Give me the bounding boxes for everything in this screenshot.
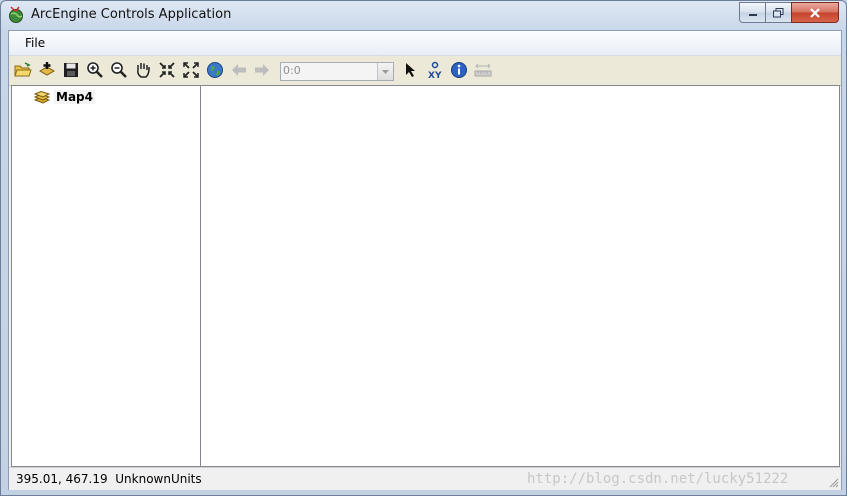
- status-coordinates: 395.01, 467.19 UnknownUnits: [16, 472, 202, 486]
- zoom-in-button[interactable]: [85, 60, 105, 80]
- fixed-zoom-in-icon: [159, 62, 175, 78]
- arrow-pointer-icon: [406, 63, 415, 77]
- xy-icon: XY: [428, 61, 442, 79]
- full-extent-button[interactable]: [181, 60, 201, 80]
- minimize-button[interactable]: [739, 2, 766, 23]
- app-window: ArcEngine Controls Application File 0:0 …: [0, 0, 847, 496]
- fixed-zoom-in-button[interactable]: [157, 60, 177, 80]
- title-bar[interactable]: ArcEngine Controls Application: [1, 1, 846, 30]
- watermark-text: http://blog.csdn.net/lucky51222: [527, 471, 789, 487]
- go-to-xy-button[interactable]: XY: [425, 60, 445, 80]
- client-area: File 0:0 XY Map4 395.01, 467.19 UnknownU…: [8, 30, 842, 490]
- resize-grip-icon[interactable]: [829, 478, 839, 488]
- window-title: ArcEngine Controls Application: [31, 7, 232, 22]
- globe-app-icon: [9, 6, 23, 23]
- toc-map-label: Map4: [54, 90, 95, 104]
- minimize-icon: [748, 13, 757, 16]
- info-icon: [451, 62, 467, 78]
- layers-icon: [34, 91, 50, 104]
- chevron-down-icon: [382, 70, 389, 74]
- restore-icon: [773, 7, 784, 17]
- pan-button[interactable]: [133, 60, 153, 80]
- close-icon: [810, 7, 820, 18]
- arrow-right-icon: [255, 64, 269, 76]
- map-scale-value: 0:0: [283, 64, 301, 77]
- svg-text:XY: XY: [428, 71, 442, 79]
- menu-bar: File: [9, 31, 841, 56]
- open-document-button[interactable]: [13, 60, 33, 80]
- status-units: UnknownUnits: [115, 472, 202, 486]
- map-scale-combobox[interactable]: 0:0: [280, 62, 394, 81]
- close-button[interactable]: [791, 2, 839, 23]
- arrow-left-icon: [232, 64, 246, 76]
- status-coordinates-value: 395.01, 467.19: [16, 472, 108, 486]
- globe-icon: [207, 62, 223, 78]
- scale-dropdown-arrow[interactable]: [377, 63, 393, 80]
- globe-button[interactable]: [205, 60, 225, 80]
- status-bar: 395.01, 467.19 UnknownUnits http://blog.…: [9, 467, 841, 490]
- zoom-in-icon: [87, 62, 103, 78]
- zoom-out-button[interactable]: [109, 60, 129, 80]
- select-elements-button[interactable]: [401, 60, 421, 80]
- save-button[interactable]: [61, 60, 81, 80]
- zoom-out-icon: [111, 62, 127, 78]
- identify-button[interactable]: [449, 60, 469, 80]
- open-folder-icon: [14, 62, 32, 77]
- map-toolbar: 0:0 XY: [9, 56, 841, 86]
- maximize-button[interactable]: [765, 2, 792, 23]
- measure-ruler-icon: [474, 63, 492, 77]
- add-data-button[interactable]: [37, 60, 57, 80]
- measure-button[interactable]: [473, 60, 493, 80]
- save-disk-icon: [64, 63, 78, 77]
- forward-extent-button[interactable]: [252, 60, 272, 80]
- add-data-icon: [38, 62, 56, 76]
- back-extent-button[interactable]: [229, 60, 249, 80]
- hand-pan-icon: [137, 63, 150, 78]
- map-view[interactable]: [200, 85, 840, 467]
- menu-item-file[interactable]: File: [19, 36, 51, 50]
- full-extent-icon: [183, 62, 199, 78]
- toc-panel[interactable]: Map4: [11, 85, 201, 467]
